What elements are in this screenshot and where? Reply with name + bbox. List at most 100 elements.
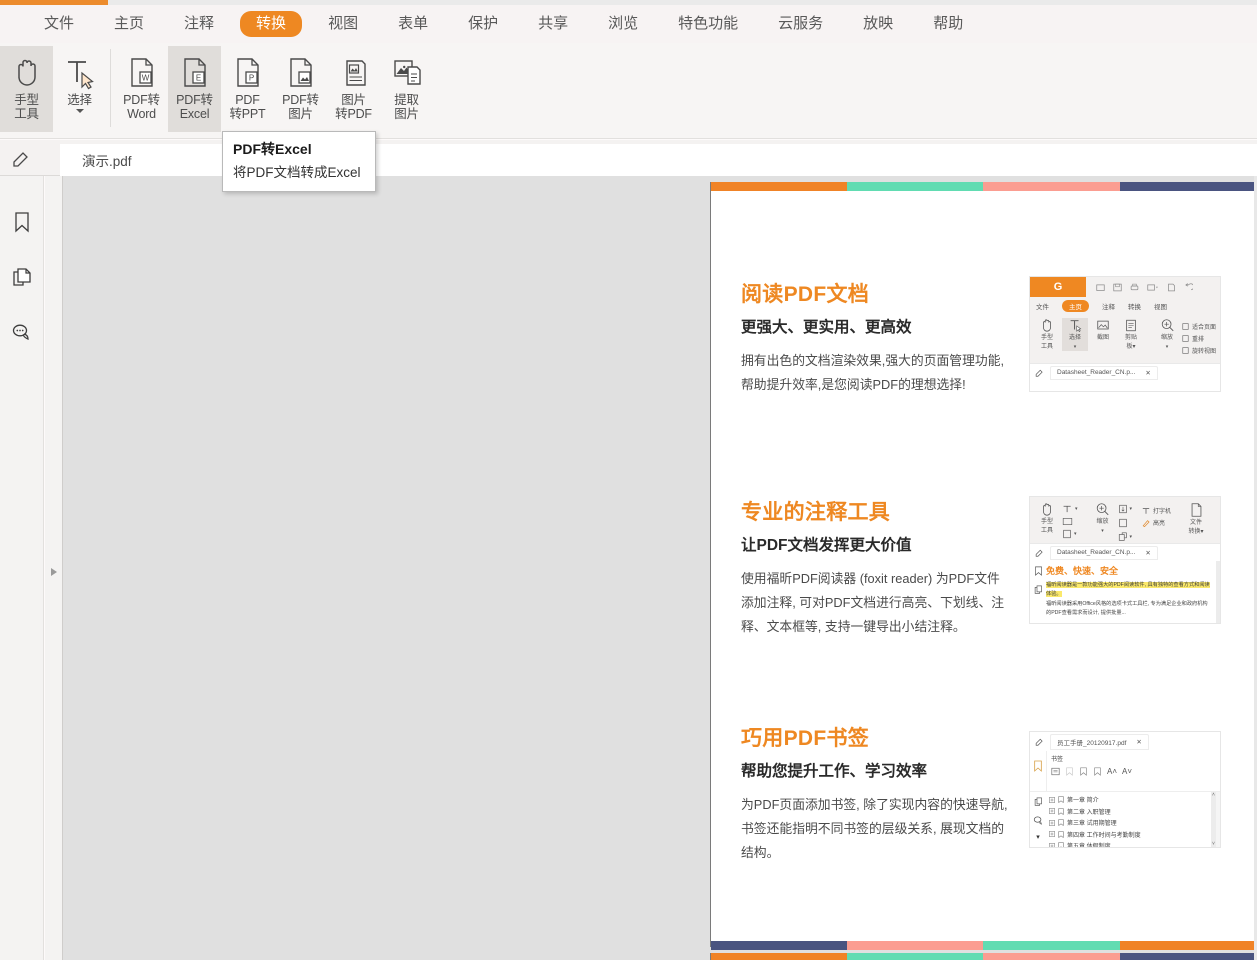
menu-tab-8[interactable]: 浏览 <box>594 10 652 38</box>
mini-tool-clipboard: 剪贴 板▾ <box>1118 318 1144 351</box>
section-body: 使用福昕PDF阅读器 (foxit reader) 为PDF文件添加注释, 可对… <box>741 567 1009 639</box>
menu-tab-12[interactable]: 帮助 <box>919 10 977 38</box>
bookmark-icon <box>1058 842 1064 848</box>
document-tab-label: 演示.pdf <box>82 150 132 170</box>
ribbon-button-label-2: Excel <box>180 107 210 121</box>
bookmark-icon <box>1034 566 1043 576</box>
pages-icon <box>1034 585 1043 595</box>
image-to-pdf-button[interactable]: 图片转PDF <box>327 46 380 132</box>
increase-font-icon: A˄ <box>1107 767 1117 776</box>
mini-file-tab-label: Datasheet_Reader_CN.p... <box>1057 549 1135 556</box>
navigation-rail <box>0 176 44 960</box>
pdf-to-excel-icon: E <box>179 53 211 93</box>
expand-icon <box>1049 808 1055 814</box>
mini-tool-label2: 转换▾ <box>1189 529 1204 536</box>
extract-image-button[interactable]: 提取图片 <box>380 46 433 132</box>
mini-annotate-option-label: 打字机 <box>1153 506 1171 515</box>
list-icon <box>1051 767 1060 776</box>
mini-bookmark-item: 第五章 休假制度 <box>1049 841 1211 848</box>
doc-screenshot-reader-comment: 手型 工具 ▾ ▾ <box>1029 496 1221 624</box>
mini-titlebar: G <box>1030 277 1220 297</box>
mini-bookmark-toolbar: A˄ A˅ <box>1051 767 1216 776</box>
mini-bookmark-item: 第四章 工作时间与考勤制度 <box>1049 830 1211 839</box>
mini-bookmark-item: 第二章 入职管理 <box>1049 807 1211 816</box>
new-page-icon <box>1167 283 1176 292</box>
menu-tab-0[interactable]: 文件 <box>30 10 88 38</box>
menu-tab-2[interactable]: 注释 <box>170 10 228 38</box>
mini-navigation-rail <box>1030 561 1046 623</box>
mini-view-option-0: 适合页面 <box>1182 322 1216 331</box>
stripe-segment-0 <box>711 182 847 191</box>
mini-view-option-2: 旋转视图 <box>1182 346 1216 355</box>
mini-panel-title: 书签 <box>1051 754 1216 763</box>
text-select-button[interactable]: 选择 <box>53 46 106 132</box>
expand-icon <box>1049 831 1055 837</box>
stripe-segment-2 <box>983 941 1120 950</box>
stripe-segment-1 <box>847 941 983 950</box>
mini-ribbon-tab-2: 注释 <box>1102 301 1115 311</box>
mini-scrollbar-outer <box>1216 792 1220 847</box>
ribbon-button-label: 选择 <box>67 93 92 107</box>
expand-icon <box>1049 797 1055 803</box>
mini-view-option-1: 重排 <box>1182 334 1216 343</box>
menu-tab-7[interactable]: 共享 <box>524 10 582 38</box>
mini-tool-label: 手型 <box>1041 335 1053 342</box>
page-bottom-stripe <box>711 941 1257 950</box>
chevron-right-icon[interactable] <box>48 565 60 579</box>
pdf-to-image-button[interactable]: PDF转图片 <box>274 46 327 132</box>
pages-icon[interactable] <box>0 249 44 304</box>
bookmark-icon <box>1058 831 1064 838</box>
mini-annotate-option-0: 打字机 <box>1142 506 1171 515</box>
ribbon-button-label: 手型 <box>14 93 39 107</box>
mini-file-tab-strip: Datasheet_Reader_CN.p... ✕ <box>1030 543 1220 561</box>
ribbon-button-label: PDF <box>235 93 259 107</box>
quick-access-toolbar <box>1086 283 1220 292</box>
menu-tab-4[interactable]: 视图 <box>314 10 372 38</box>
mini-navigation-rail-2: ▾ <box>1030 792 1046 847</box>
pdf-to-word-button[interactable]: WPDF转Word <box>115 46 168 132</box>
ribbon-button-label-2: Word <box>127 107 156 121</box>
mini-ribbon-tabs: 文件主页注释转换视图 <box>1030 297 1220 315</box>
mini-icon-reflow <box>1118 518 1133 528</box>
mini-view-option-label: 重排 <box>1192 334 1204 343</box>
stripe-segment-2 <box>983 182 1120 191</box>
bookmark-icon <box>1058 819 1064 826</box>
menu-tab-3[interactable]: 转换 <box>240 11 302 37</box>
mini-bookmark-label: 第二章 入职管理 <box>1067 807 1111 816</box>
ribbon-menu-bar: 文件主页注释转换视图表单保护共享浏览特色功能云服务放映帮助 <box>0 5 1257 43</box>
svg-text:E: E <box>195 74 200 83</box>
image-to-pdf-icon <box>338 53 370 93</box>
print-icon <box>1130 283 1139 292</box>
mini-ribbon-tools: 手型 工具 ▾ ▾ <box>1030 497 1220 543</box>
menu-tab-10[interactable]: 云服务 <box>764 10 837 38</box>
mini-tool-hand: 手型 工具 <box>1034 502 1060 535</box>
expand-icon <box>1049 843 1055 849</box>
comment-icon[interactable] <box>0 304 44 359</box>
mini-file-tab-strip: 员工手册_20120917.pdf ✕ <box>1030 732 1220 751</box>
section-body: 为PDF页面添加书签, 除了实现内容的快速导航, 书签还能指明不同书签的层级关系… <box>741 793 1009 865</box>
pdf-to-ppt-button[interactable]: PPDF转PPT <box>221 46 274 132</box>
ribbon-group-convert: WPDF转WordEPDF转ExcelPPDF转PPTPDF转图片图片转PDF提… <box>115 43 433 139</box>
stripe-segment-3 <box>1120 953 1257 960</box>
edit-pdf-icon[interactable] <box>8 146 34 170</box>
chevron-down-icon[interactable] <box>76 109 84 113</box>
bookmark-icon[interactable] <box>0 194 44 249</box>
mini-file-tab: 员工手册_20120917.pdf ✕ <box>1050 734 1149 750</box>
menu-tab-5[interactable]: 表单 <box>384 10 442 38</box>
hand-button[interactable]: 手型工具 <box>0 46 53 132</box>
page2-top-stripe <box>711 953 1257 960</box>
menu-tab-9[interactable]: 特色功能 <box>664 10 752 38</box>
pdf-to-ppt-icon: P <box>232 53 264 93</box>
menu-tab-6[interactable]: 保护 <box>454 10 512 38</box>
mini-doc-heading: 免费、快速、安全 <box>1046 564 1211 577</box>
mini-tool-label: 缩放 <box>1161 335 1173 342</box>
pdf-to-excel-button[interactable]: EPDF转Excel <box>168 46 221 132</box>
menu-tab-1[interactable]: 主页 <box>100 10 158 38</box>
ribbon-button-label-2: 转PPT <box>229 107 265 121</box>
menu-tab-11[interactable]: 放映 <box>849 10 907 38</box>
mini-ribbon-tab-3: 转换 <box>1128 301 1141 311</box>
pdf-viewer-canvas[interactable]: 阅读PDF文档 更强大、更实用、更高效 拥有出色的文档渲染效果,强大的页面管理功… <box>63 176 1257 960</box>
mini-tool-snapshot: 截图 <box>1090 318 1116 342</box>
pdf-to-word-icon: W <box>126 53 158 93</box>
edit-pdf-icon <box>1035 737 1044 746</box>
